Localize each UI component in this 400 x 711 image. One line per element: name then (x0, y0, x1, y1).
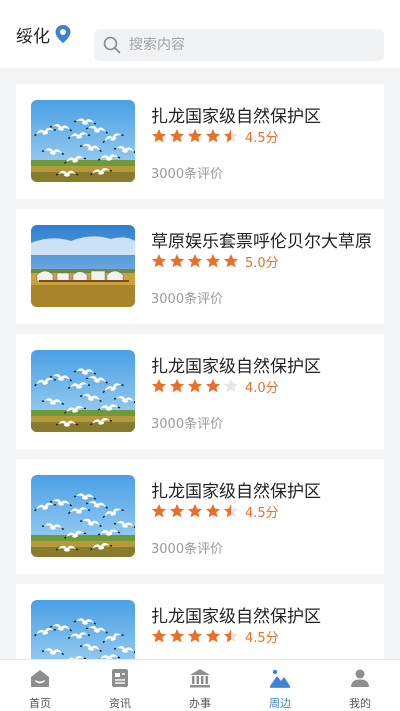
place-thumbnail (31, 100, 135, 182)
star-half-icon (223, 503, 239, 519)
news-icon (108, 666, 132, 690)
star-full-icon (187, 128, 203, 144)
rating-score: 4.5分 (245, 630, 279, 646)
star-half-icon (223, 128, 239, 144)
place-card[interactable]: 扎龙国家级自然保护区 4.5分 3000条评价 (16, 459, 384, 574)
place-title: 扎龙国家级自然保护区 (151, 357, 321, 377)
review-count: 3000条评价 (151, 292, 224, 307)
star-full-icon (151, 378, 167, 394)
tab-mountains[interactable]: 周边 (240, 660, 320, 711)
place-thumbnail (31, 350, 135, 432)
tab-label: 资讯 (109, 697, 131, 710)
government-building-icon (188, 666, 212, 690)
tab-label: 我的 (349, 697, 371, 710)
star-empty-icon (223, 378, 239, 394)
place-card[interactable]: 扎龙国家级自然保护区 4.0分 3000条评价 (16, 334, 384, 449)
star-full-icon (205, 128, 221, 144)
star-rating: 5.0分 (151, 252, 279, 271)
star-full-icon (169, 378, 185, 394)
star-full-icon (169, 628, 185, 644)
place-thumbnail (31, 225, 135, 307)
star-full-icon (151, 128, 167, 144)
place-title: 扎龙国家级自然保护区 (151, 607, 321, 627)
star-rating: 4.5分 (151, 502, 279, 521)
star-full-icon (205, 503, 221, 519)
place-card[interactable]: 扎龙国家级自然保护区 4.5分 3000条评价 (16, 84, 384, 199)
star-rating: 4.5分 (151, 127, 279, 146)
rating-score: 4.5分 (245, 130, 279, 146)
bottom-tab-bar: 首页 资讯 办事 周边 我的 (0, 659, 400, 711)
city-name: 绥化 (16, 26, 50, 47)
top-bar: 绥化 (0, 0, 400, 68)
place-title: 扎龙国家级自然保护区 (151, 482, 321, 502)
star-full-icon (187, 503, 203, 519)
star-full-icon (169, 503, 185, 519)
star-full-icon (151, 503, 167, 519)
location-pin-icon (54, 24, 72, 44)
star-full-icon (151, 253, 167, 269)
mountains-icon (268, 666, 292, 690)
nearby-places-list: 扎龙国家级自然保护区 4.5分 3000条评价 草原娱乐套票呼伦贝尔大草原 5.0分… (16, 84, 384, 709)
star-full-icon (205, 378, 221, 394)
place-title: 草原娱乐套票呼伦贝尔大草原 (151, 232, 372, 252)
home-icon (28, 666, 52, 690)
tab-news[interactable]: 资讯 (80, 660, 160, 711)
star-full-icon (187, 378, 203, 394)
tab-home[interactable]: 首页 (0, 660, 80, 711)
tab-label: 首页 (29, 697, 51, 710)
tab-user[interactable]: 我的 (320, 660, 400, 711)
location-selector[interactable]: 绥化 (16, 18, 72, 50)
star-full-icon (187, 253, 203, 269)
star-full-icon (205, 628, 221, 644)
star-full-icon (151, 628, 167, 644)
place-title: 扎龙国家级自然保护区 (151, 107, 321, 127)
rating-score: 4.0分 (245, 380, 279, 396)
tab-label: 周边 (269, 697, 291, 710)
place-card[interactable]: 草原娱乐套票呼伦贝尔大草原 5.0分 3000条评价 (16, 209, 384, 324)
rating-score: 5.0分 (245, 255, 279, 271)
user-icon (348, 666, 372, 690)
star-rating: 4.5分 (151, 627, 279, 646)
star-full-icon (187, 628, 203, 644)
tab-label: 办事 (189, 697, 211, 710)
search-input[interactable] (129, 37, 369, 53)
review-count: 3000条评价 (151, 167, 224, 182)
tab-government-building[interactable]: 办事 (160, 660, 240, 711)
star-rating: 4.0分 (151, 377, 279, 396)
star-full-icon (169, 253, 185, 269)
star-full-icon (169, 128, 185, 144)
star-full-icon (205, 253, 221, 269)
search-icon (103, 36, 121, 54)
star-full-icon (223, 253, 239, 269)
rating-score: 4.5分 (245, 505, 279, 521)
place-thumbnail (31, 475, 135, 557)
star-half-icon (223, 628, 239, 644)
review-count: 3000条评价 (151, 542, 224, 557)
search-bar[interactable] (94, 29, 384, 61)
review-count: 3000条评价 (151, 417, 224, 432)
